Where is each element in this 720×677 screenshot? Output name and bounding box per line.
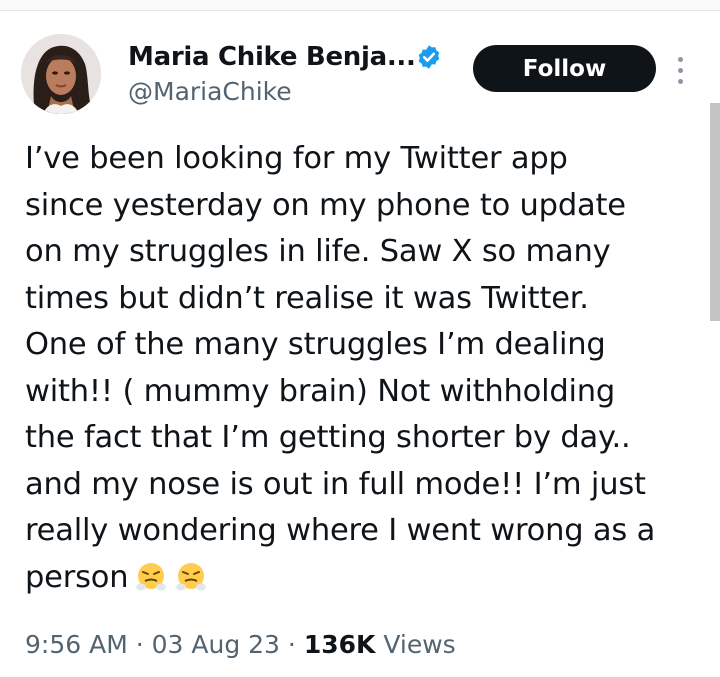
more-vertical-icon[interactable] xyxy=(670,50,690,90)
more-dot xyxy=(677,56,683,62)
verified-badge-icon xyxy=(416,44,442,70)
tweet-line: I’ve been looking for my Twitter app xyxy=(25,141,568,176)
tweet-line: and my nose is out in full mode!! I’m ju… xyxy=(25,466,646,502)
tweet-line: on my struggles in life. Saw X so many xyxy=(25,234,611,269)
tweet-line: the fact that I’m getting shorter by day… xyxy=(25,420,631,455)
views-count: 136K xyxy=(303,630,376,659)
tweet-line: with!! ( mummy brain) Not withholding xyxy=(25,373,616,409)
author-name[interactable]: Maria Chike Benja... xyxy=(128,42,416,72)
tweet-last-line: person xyxy=(25,555,709,609)
steam-from-nose-emoji-icon xyxy=(134,560,168,609)
more-dot xyxy=(677,78,683,84)
tweet-time[interactable]: 9:56 AM xyxy=(25,630,128,659)
tweet-line: really wondering where I went wrong as a xyxy=(25,513,656,548)
tweet-meta: 9:56 AM · 03 Aug 23 · 136K Views xyxy=(25,630,456,659)
tweet-line: person xyxy=(25,559,129,595)
steam-from-nose-emoji-icon xyxy=(174,560,208,609)
tweet-text: I’ve been looking for my Twitter app sin… xyxy=(25,136,709,608)
more-dot xyxy=(677,67,683,73)
meta-separator: · xyxy=(287,630,296,659)
top-divider xyxy=(0,0,720,11)
avatar[interactable] xyxy=(21,34,101,114)
follow-button[interactable]: Follow xyxy=(473,45,656,92)
tweet-line: since yesterday on my phone to update xyxy=(25,187,626,223)
tweet-line: One of the many struggles I’m dealing xyxy=(25,327,606,362)
author-handle[interactable]: @MariaChike xyxy=(128,77,292,106)
tweet-line: times but didn’t realise it was Twitter. xyxy=(25,280,589,316)
views-label: Views xyxy=(383,630,456,659)
tweet-date[interactable]: 03 Aug 23 xyxy=(152,630,280,659)
scrollbar[interactable] xyxy=(710,103,720,321)
meta-separator: · xyxy=(135,630,144,659)
